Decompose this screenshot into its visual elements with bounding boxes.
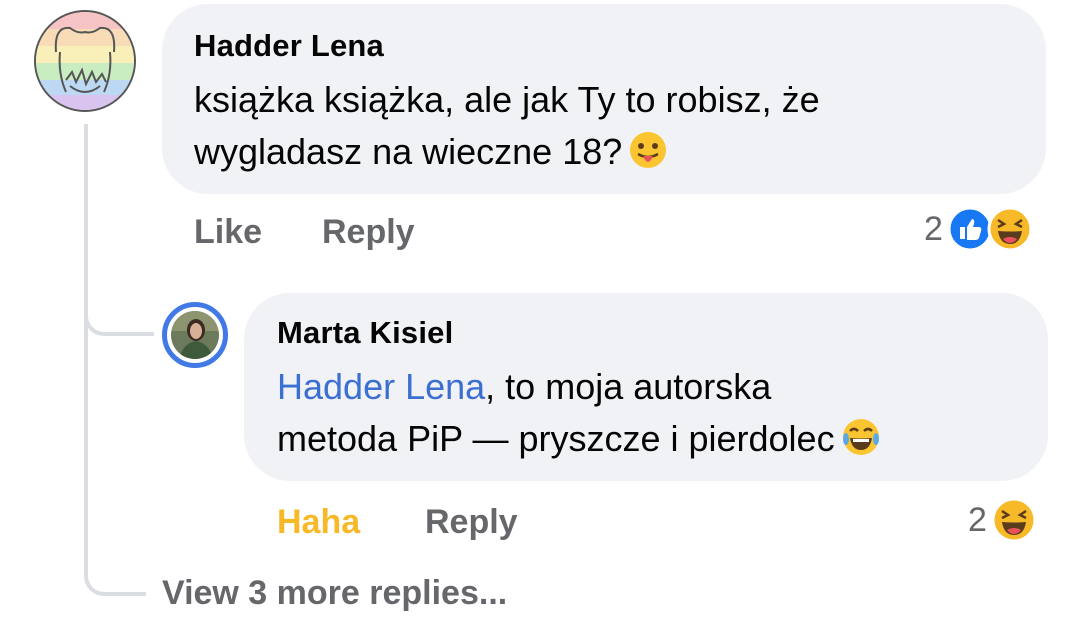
comment-text-line-1: książka książka, ale jak Ty to robisz, ż… [194, 79, 820, 120]
reply-author[interactable]: Marta Kisiel [277, 313, 1015, 353]
thread-connector [84, 124, 146, 596]
reply-bubble: Marta Kisiel Hadder Lena, to moja autors… [244, 293, 1048, 481]
profile-photo-icon [171, 311, 219, 359]
haha-reaction-icon [991, 497, 1037, 543]
mention-link[interactable]: Hadder Lena [277, 366, 485, 407]
tongue-out-emoji-icon [630, 132, 667, 168]
reply-text-line-1: , to moja autorska [485, 366, 772, 407]
reply-reaction-count: 2 [968, 500, 987, 539]
profile-photo-graphic [171, 311, 219, 359]
reply-reactions[interactable]: 2 [968, 497, 1037, 543]
reply-text-line-2: metoda PiP — pryszcze i pierdolec [277, 418, 835, 459]
haha-button[interactable]: Haha [277, 503, 360, 542]
haha-reaction-icon [987, 206, 1033, 252]
reply-button[interactable]: Reply [322, 213, 415, 252]
comment-text-line-2: wygladasz na wieczne 18? [194, 131, 623, 172]
comment-bubble: Hadder Lena książka książka, ale jak Ty … [162, 4, 1046, 194]
like-button[interactable]: Like [194, 213, 262, 252]
reply-text-line-2-row: metoda PiP — pryszcze i pierdolec [277, 413, 1015, 465]
comment-thread: Hadder Lena książka książka, ale jak Ty … [0, 0, 1080, 618]
comment-text: książka książka, ale jak Ty to robisz, ż… [194, 74, 1014, 178]
reply-text: Hadder Lena, to moja autorska metoda PiP… [277, 361, 1015, 465]
tears-of-joy-emoji-icon [842, 419, 879, 455]
reply-to-reply-button[interactable]: Reply [425, 503, 518, 542]
comment-reactions[interactable]: 2 [924, 206, 1033, 252]
avatar-hadder-lena[interactable] [34, 10, 136, 112]
comment-text-line-2-row: wygladasz na wieczne 18? [194, 126, 1014, 178]
reply-connector [84, 260, 154, 336]
rainbow-bear-avatar-icon [36, 12, 134, 110]
avatar-marta-kisiel[interactable] [162, 302, 228, 368]
comment-author[interactable]: Hadder Lena [194, 26, 1014, 66]
reply-text-line-1-row: Hadder Lena, to moja autorska [277, 361, 1015, 413]
comment-reaction-count: 2 [924, 209, 943, 248]
view-more-replies-link[interactable]: View 3 more replies... [162, 574, 507, 613]
